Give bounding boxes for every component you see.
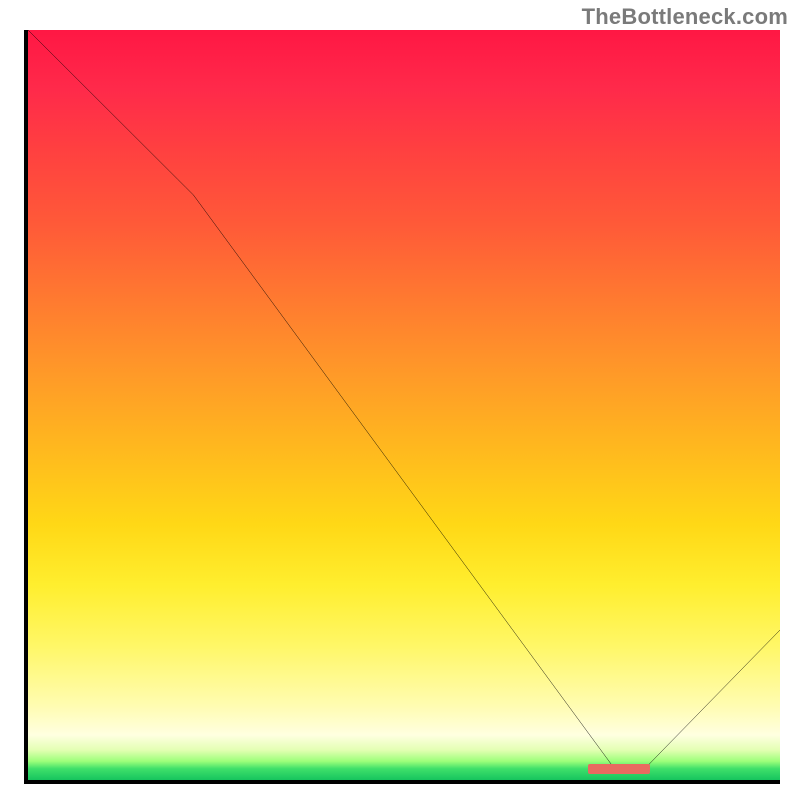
plot-area [24,30,780,784]
optimal-range-marker [588,764,650,774]
bottleneck-curve [28,30,780,780]
chart-container: TheBottleneck.com [0,0,800,800]
watermark-text: TheBottleneck.com [582,4,788,30]
